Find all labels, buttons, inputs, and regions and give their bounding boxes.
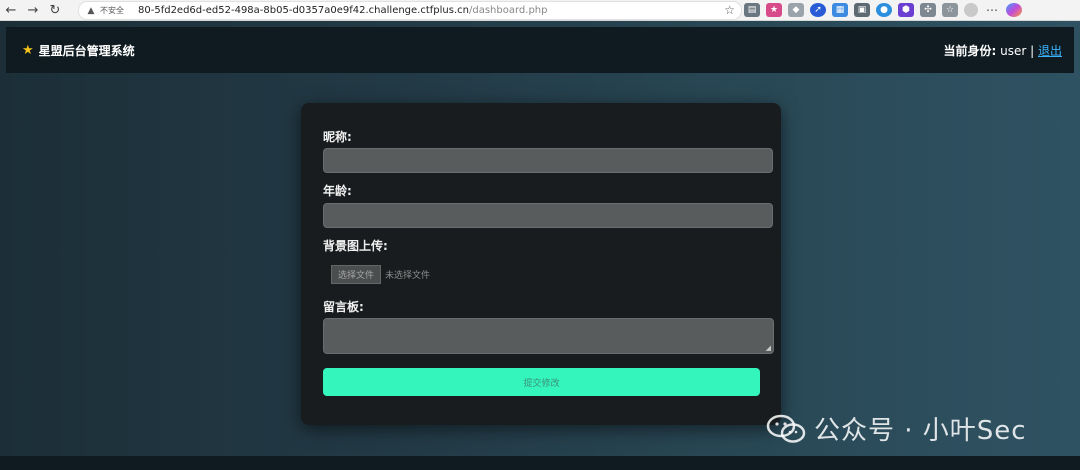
profile-avatar-icon[interactable] [964, 3, 978, 17]
extension-globe-icon[interactable]: ● [876, 3, 892, 17]
logout-link[interactable]: 退出 [1038, 44, 1062, 58]
message-textarea[interactable]: ◢ [323, 318, 774, 354]
resize-grip-icon[interactable]: ◢ [766, 344, 771, 352]
age-input[interactable] [323, 203, 773, 228]
reader-icon[interactable]: ▤ [744, 3, 760, 17]
insecure-label: 不安全 [100, 6, 124, 15]
choose-file-button[interactable]: 选择文件 [331, 265, 381, 284]
reload-icon[interactable]: ↻ [44, 0, 66, 20]
user-area: 当前身份: user | 退出 [943, 42, 1062, 59]
wechat-logo-icon [766, 414, 806, 444]
nickname-input[interactable] [323, 148, 773, 173]
extension-cat-icon[interactable]: ◆ [788, 3, 804, 17]
warning-icon: ▲ [87, 5, 95, 16]
star-icon: ★ [22, 42, 34, 58]
more-menu-icon[interactable]: ⋯ [984, 3, 1000, 17]
identity-label: 当前身份: [943, 43, 997, 58]
extension-grid-icon[interactable]: ▦ [832, 3, 848, 17]
extension-screen-icon[interactable]: ▣ [854, 3, 870, 17]
site-header: ★ 星盟后台管理系统 当前身份: user | 退出 [6, 27, 1074, 73]
address-bar[interactable]: ▲ 不安全 80-5fd2ed6d-ed52-498a-8b05-d0357a0… [78, 1, 742, 20]
message-label: 留言板: [323, 300, 364, 314]
extensions-puzzle-icon[interactable]: ✣ [920, 3, 936, 17]
back-arrow-icon[interactable]: ← [0, 0, 22, 20]
separator: | [1030, 43, 1035, 58]
watermark-text: 公众号 · 小叶Sec [814, 416, 1027, 446]
url-path: /dashboard.php [469, 5, 548, 16]
extensions-bar: ▤ ★ ◆ ➚ ▦ ▣ ● ⬢ ✣ ☆ ⋯ [744, 2, 1022, 18]
age-label: 年龄: [323, 184, 352, 198]
brand: ★ 星盟后台管理系统 [22, 42, 135, 59]
bookmark-star-icon[interactable]: ☆ [724, 3, 735, 17]
brand-title: 星盟后台管理系统 [38, 43, 135, 58]
url-text[interactable]: 80-5fd2ed6d-ed52-498a-8b05-d0357a0e9f42.… [138, 5, 547, 16]
url-host: 80-5fd2ed6d-ed52-498a-8b05-d0357a0e9f42.… [138, 5, 469, 16]
extension-purple-icon[interactable]: ⬢ [898, 3, 914, 17]
favorites-icon[interactable]: ☆ [942, 3, 958, 17]
nickname-label: 昵称: [323, 130, 352, 144]
watermark: 公众号 · 小叶Sec [766, 410, 1027, 447]
browser-toolbar: ← → ↻ ▲ 不安全 80-5fd2ed6d-ed52-498a-8b05-d… [0, 0, 1080, 21]
extension-compass-icon[interactable]: ➚ [810, 3, 826, 17]
footer-strip [0, 456, 1080, 470]
copilot-icon[interactable] [1006, 3, 1022, 17]
file-upload: 选择文件 未选择文件 [331, 265, 430, 284]
bg-upload-label: 背景图上传: [323, 239, 388, 253]
profile-form-card: 昵称: 年龄: 背景图上传: 选择文件 未选择文件 留言板: ◢ 提交修改 [301, 103, 781, 425]
forward-arrow-icon[interactable]: → [22, 0, 44, 20]
submit-button[interactable]: 提交修改 [323, 368, 760, 396]
file-status: 未选择文件 [385, 271, 431, 281]
username: user [1000, 43, 1027, 58]
extension-pink-icon[interactable]: ★ [766, 3, 782, 17]
